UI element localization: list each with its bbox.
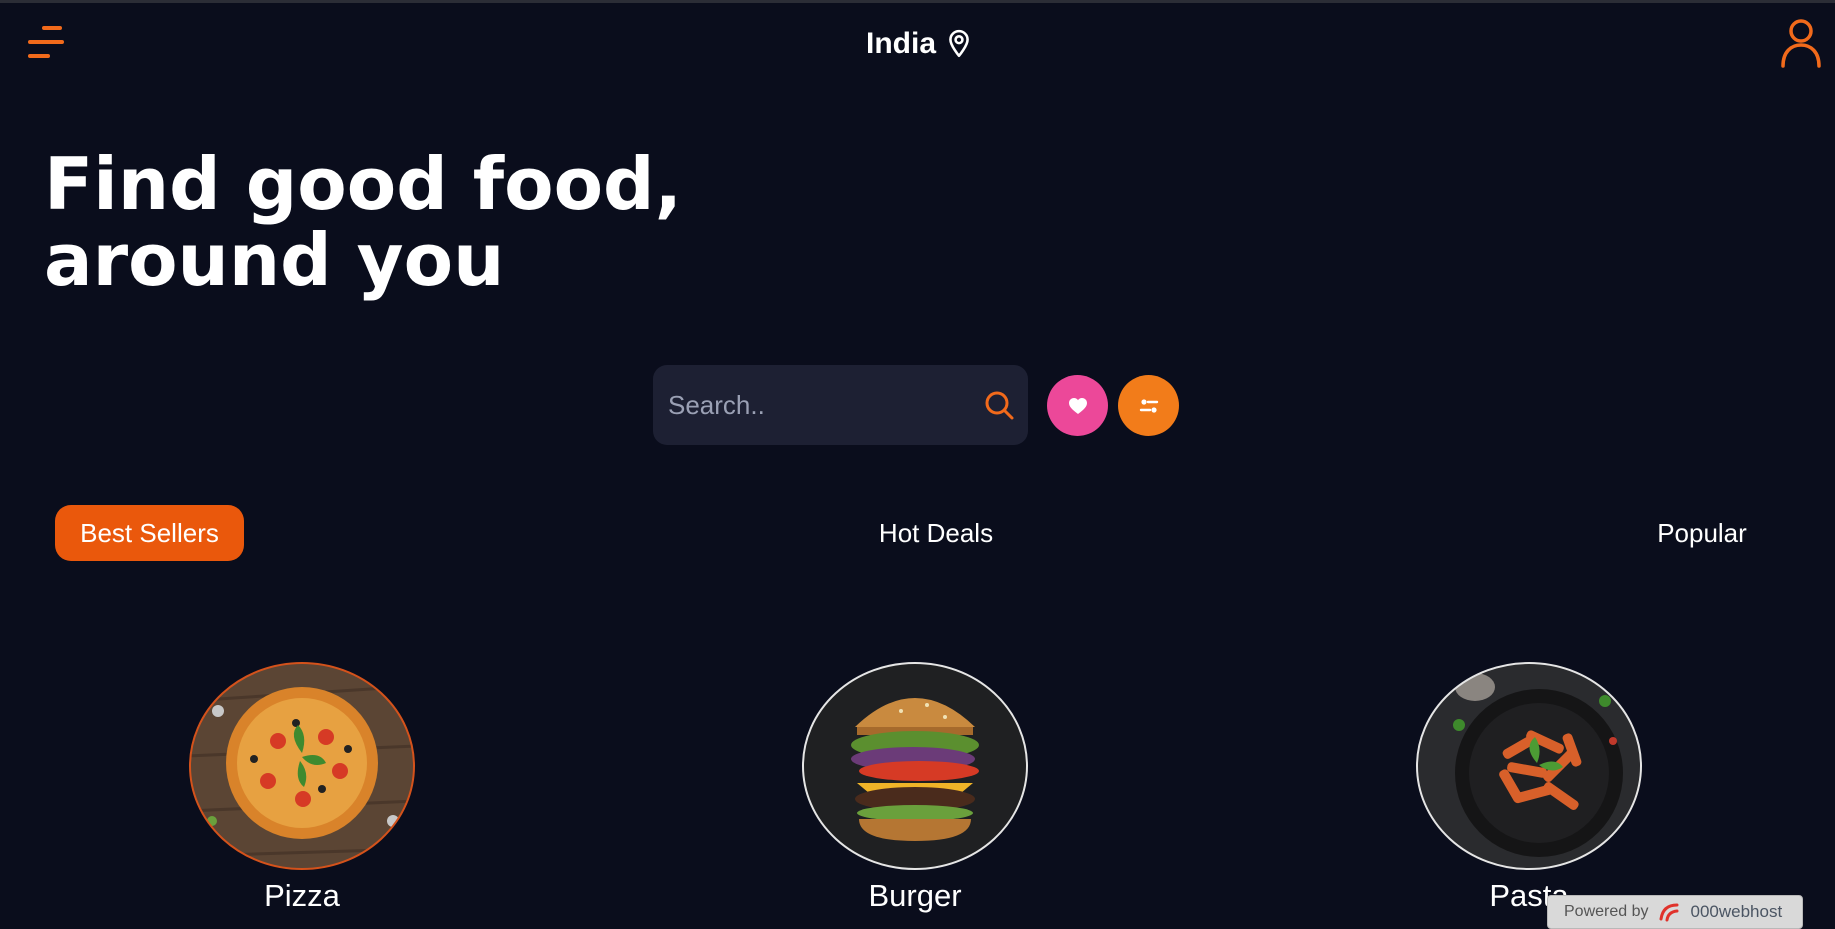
search-input[interactable]: [668, 365, 958, 445]
menu-line: [28, 54, 50, 58]
tab-hot-deals[interactable]: Hot Deals: [860, 505, 1012, 561]
pasta-image: [1416, 662, 1642, 870]
location-label: India: [866, 27, 937, 60]
tab-best-sellers[interactable]: Best Sellers: [55, 505, 244, 561]
burger-image: [802, 662, 1028, 870]
heart-icon: [1068, 397, 1087, 414]
pizza-image: [189, 662, 415, 870]
user-profile-icon[interactable]: [1780, 18, 1822, 68]
tab-popular[interactable]: Popular: [1640, 505, 1764, 561]
window-top-border: [0, 0, 1835, 3]
hosting-badge[interactable]: Powered by 000webhost: [1547, 895, 1803, 929]
food-card-pasta[interactable]: Pasta: [1413, 660, 1645, 923]
badge-brand: 000webhost: [1690, 902, 1783, 921]
menu-line: [42, 26, 62, 30]
badge-prefix: Powered by: [1564, 903, 1649, 920]
webhost-logo-icon: [1659, 903, 1678, 922]
hero-title-line-1: Find good food,: [44, 142, 682, 226]
food-name: Pizza: [264, 878, 340, 913]
filter-button[interactable]: [1118, 375, 1179, 436]
search-icon[interactable]: [982, 388, 1016, 422]
search-bar: [653, 365, 1028, 445]
location-selector[interactable]: India: [866, 24, 972, 64]
hero-title: Find good food, around you: [44, 146, 744, 298]
hero-title-line-2: around you: [44, 218, 505, 302]
favorites-button[interactable]: [1047, 375, 1108, 436]
food-card-burger[interactable]: Burger: [799, 660, 1031, 923]
menu-line: [28, 40, 64, 44]
hamburger-menu-icon[interactable]: [24, 22, 68, 62]
map-pin-icon: [949, 29, 969, 58]
filter-sliders-icon: [1139, 398, 1158, 413]
food-name: Burger: [868, 878, 962, 913]
food-card-pizza[interactable]: Pizza: [186, 660, 418, 923]
